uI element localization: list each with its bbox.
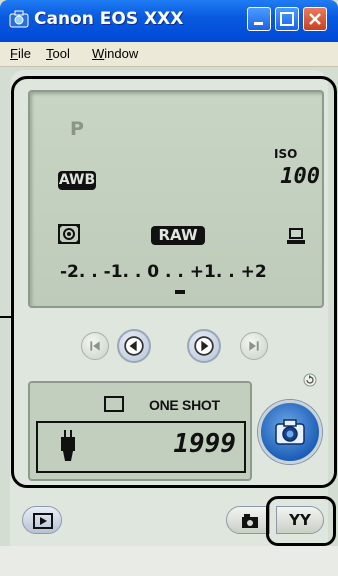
status-strip [0, 546, 338, 576]
menu-window-accel: W [92, 46, 105, 61]
preferences-highlight [266, 496, 336, 546]
menu-file-rest: ile [17, 46, 31, 61]
app-camera-icon [9, 10, 29, 28]
maximize-button[interactable] [275, 7, 299, 31]
callout-line [0, 316, 14, 318]
menu-file[interactable]: File [10, 46, 31, 61]
menu-bar: File Tool Window [0, 42, 338, 67]
maximize-icon [280, 12, 294, 26]
window-title: Canon EOS XXX [34, 9, 184, 29]
menu-tool-rest: ool [52, 46, 70, 61]
camera-settings-icon [242, 514, 258, 528]
close-icon [309, 13, 321, 25]
menu-file-accel: F [10, 46, 18, 61]
menu-window-rest: indow [104, 46, 139, 61]
menu-window[interactable]: Window [92, 46, 138, 61]
camera-settings-button[interactable] [226, 506, 270, 534]
remote-capture-window: Canon EOS XXX File Tool Window P ISO 100… [0, 0, 338, 576]
title-bar[interactable]: Canon EOS XXX [0, 0, 338, 42]
menu-tool[interactable]: Tool [46, 46, 70, 61]
slideshow-button[interactable] [22, 506, 62, 534]
close-button[interactable] [303, 7, 327, 31]
minimize-button[interactable] [247, 7, 271, 31]
minimize-icon [254, 22, 263, 25]
slideshow-icon [33, 513, 53, 529]
camera-control-highlight [11, 76, 337, 488]
